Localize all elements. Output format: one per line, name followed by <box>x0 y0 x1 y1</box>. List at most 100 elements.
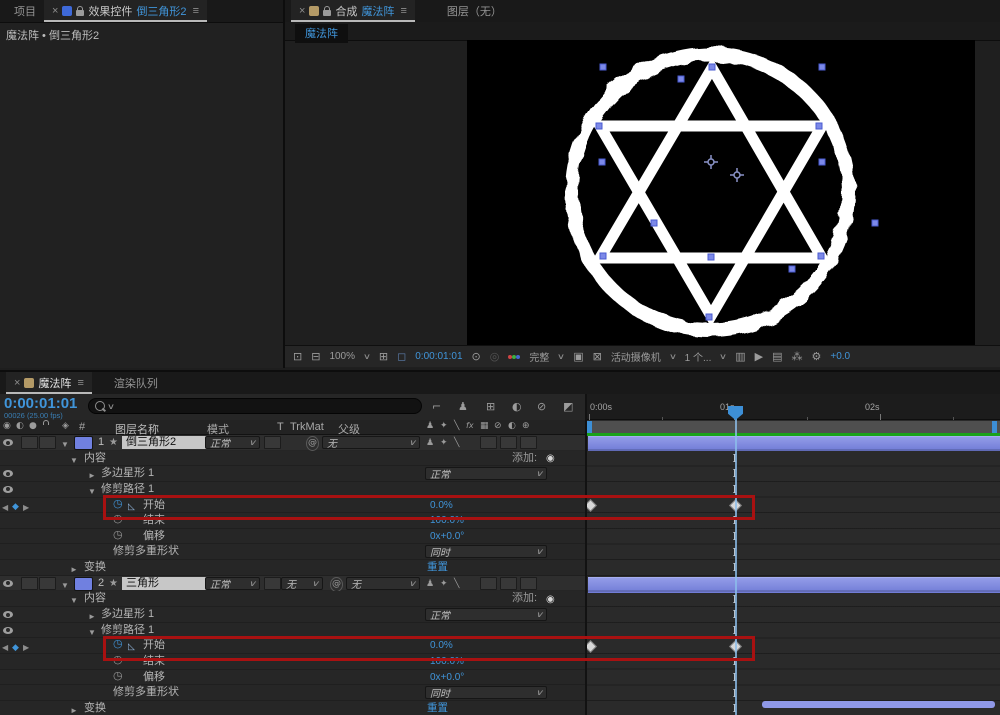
start-value[interactable]: 0.0% <box>430 639 453 652</box>
transform-row[interactable]: ► 变换 重置 <box>0 560 585 576</box>
stopwatch-icon[interactable]: ◷ <box>113 654 123 667</box>
graph-include-icon[interactable]: ◺ <box>128 500 135 513</box>
collapse-switch-icon[interactable]: ✦ <box>440 422 448 431</box>
reset-link[interactable]: 重置 <box>427 561 448 574</box>
viewer-tab[interactable]: 魔法阵 <box>295 24 348 43</box>
trim-multiple-dropdown[interactable]: 同时 ∨ <box>425 686 547 700</box>
view-layout-value[interactable]: 1 个... <box>685 349 712 364</box>
index-column-header[interactable]: # <box>79 421 85 433</box>
exposure-value[interactable]: +0.0 <box>830 351 850 362</box>
expand-icon[interactable]: ▼ <box>70 454 78 467</box>
timeline-graph-area[interactable]: 0:00s 01s 02s <box>585 394 1000 715</box>
offset-value[interactable]: 0x+0.0° <box>430 530 464 543</box>
tab-layer-viewer[interactable]: 图层（无） <box>439 0 510 22</box>
video-column-icon[interactable]: ◉ <box>3 422 11 431</box>
show-snapshot-icon[interactable]: ◎ <box>490 351 500 362</box>
collapse-toggle[interactable]: ✦ <box>440 578 448 591</box>
horizontal-scrollbar[interactable] <box>762 701 995 708</box>
stopwatch-icon[interactable]: ◷ <box>113 638 123 651</box>
contents-row[interactable]: ▼ 内容 添加: ◉ <box>0 591 585 608</box>
flowchart-button-icon[interactable]: ⁂ <box>792 351 803 362</box>
next-keyframe-icon[interactable]: ▶ <box>23 641 29 654</box>
shy-switch-icon[interactable]: ♟ <box>426 422 434 431</box>
reset-link[interactable]: 重置 <box>427 702 448 715</box>
view-camera-value[interactable]: 活动摄像机 <box>611 349 661 364</box>
playhead-line[interactable] <box>735 406 737 715</box>
trkmat-box[interactable] <box>264 436 281 449</box>
region-of-interest-icon[interactable]: ▣ <box>573 351 583 362</box>
label-color-swatch[interactable] <box>74 576 93 591</box>
grid-guides-icon[interactable]: ⊞ <box>379 351 388 362</box>
eye-icon[interactable] <box>3 626 13 634</box>
mask-visibility-icon[interactable]: ◻ <box>397 351 406 362</box>
trkmat-column-header[interactable]: TrkMat <box>290 421 324 433</box>
motion-blur-icon[interactable]: ◐ <box>512 401 522 412</box>
exposure-gear-icon[interactable]: ⚙ <box>812 351 822 362</box>
transparency-grid-icon[interactable]: ⊠ <box>593 351 602 362</box>
quality-toggle[interactable]: ╲ <box>454 578 459 591</box>
offset-property-row[interactable]: ◷ 偏移 0x+0.0° <box>0 669 585 686</box>
expand-icon[interactable]: ▼ <box>88 626 96 639</box>
expand-icon[interactable]: ► <box>88 610 96 623</box>
stopwatch-icon[interactable]: ◷ <box>113 498 123 511</box>
parent-pick-whip-icon[interactable]: @ <box>306 436 319 451</box>
polystar-row[interactable]: ► 多边星形 1 正常 ∨ <box>0 607 585 623</box>
frame-blend-icon[interactable]: ⊞ <box>486 401 495 412</box>
keyframe-at-time-icon[interactable]: ◆ <box>12 500 19 513</box>
layer-row-2[interactable]: ▼ 2 ★ 三角形 正常 ∨ 无 ∨ @ 无 ∨ ♟ ✦ ╲ <box>0 575 585 592</box>
end-value[interactable]: 100.0% <box>430 514 464 527</box>
next-keyframe-icon[interactable]: ▶ <box>23 501 29 514</box>
quality-toggle[interactable]: ╲ <box>454 437 459 450</box>
always-preview-icon[interactable]: ⊡ <box>293 351 302 362</box>
close-icon[interactable]: × <box>299 5 305 17</box>
end-property-row[interactable]: ◷ 结束 100.0% <box>0 513 585 529</box>
timeline-button-icon[interactable]: ▤ <box>772 351 782 362</box>
layer-row-1[interactable]: ▼ 1 ★ 倒三角形2 正常 ∨ @ 无 ∨ ♟ ✦ ╲ <box>0 435 585 451</box>
snapshot-camera-icon[interactable]: ⊙ <box>472 351 481 362</box>
search-box[interactable]: ∨ <box>88 398 422 414</box>
prev-keyframe-icon[interactable]: ◀ <box>2 641 8 654</box>
stopwatch-icon[interactable]: ◷ <box>113 513 123 526</box>
prev-keyframe-icon[interactable]: ◀ <box>2 501 8 514</box>
eye-icon[interactable] <box>3 485 13 493</box>
t-column-header[interactable]: T <box>277 421 284 433</box>
trim-paths-row[interactable]: ▼ 修剪路径 1 <box>0 481 585 498</box>
lock-icon[interactable] <box>323 5 332 16</box>
chevron-down-icon[interactable]: ∨ <box>669 352 677 361</box>
chevron-down-icon[interactable]: ∨ <box>719 352 727 361</box>
solo-column-icon[interactable]: ● <box>29 422 37 431</box>
collapse-toggle[interactable]: ✦ <box>440 437 448 450</box>
quality-switch-icon[interactable]: ╲ <box>454 422 459 431</box>
shy-toggle[interactable]: ♟ <box>426 437 434 450</box>
effects-switch-icon[interactable]: ▦ <box>480 422 489 431</box>
end-property-row[interactable]: ◷ 结束 100.0% <box>0 653 585 670</box>
tab-render-queue[interactable]: 渲染队列 <box>106 372 166 394</box>
polystar-row[interactable]: ► 多边星形 1 正常 ∨ <box>0 466 585 482</box>
contents-row[interactable]: ▼ 内容 添加: ◉ <box>0 450 585 467</box>
expand-icon[interactable]: ▼ <box>61 438 69 451</box>
graph-editor-icon[interactable]: ◩ <box>563 401 573 412</box>
shy-layers-icon[interactable]: ♟ <box>458 401 468 412</box>
keyframe-at-time-icon[interactable]: ◆ <box>12 641 19 654</box>
mini-flowchart-icon[interactable]: ⌐ <box>432 401 441 412</box>
composition-canvas[interactable] <box>467 40 975 345</box>
panel-menu-icon[interactable]: ≡ <box>193 5 199 17</box>
tab-project[interactable]: 项目 <box>6 0 44 22</box>
magnification-value[interactable]: 100% <box>329 351 355 362</box>
transform-row[interactable]: ► 变换 重置 <box>0 700 585 715</box>
primary-viewer-icon[interactable]: ⊟ <box>311 351 320 362</box>
parent-dropdown[interactable]: 无 ∨ <box>322 436 420 450</box>
preview-time[interactable]: 0:00:01:01 <box>415 351 462 362</box>
eye-icon[interactable] <box>3 579 13 587</box>
expand-icon[interactable]: ► <box>70 704 78 715</box>
expand-icon[interactable]: ▼ <box>88 485 96 498</box>
close-icon[interactable]: × <box>52 5 58 17</box>
resolution-value[interactable]: 完整 <box>529 349 549 364</box>
eye-icon[interactable] <box>3 439 13 446</box>
blend-mode-dropdown[interactable]: 正常 ∨ <box>205 576 260 591</box>
fast-preview-icon[interactable]: ▶ <box>755 351 763 362</box>
offset-value[interactable]: 0x+0.0° <box>430 671 464 684</box>
stopwatch-icon[interactable]: ◷ <box>113 529 123 542</box>
pixel-aspect-icon[interactable]: ▥ <box>735 351 745 362</box>
brainstorm-icon[interactable]: ⊘ <box>537 401 546 412</box>
